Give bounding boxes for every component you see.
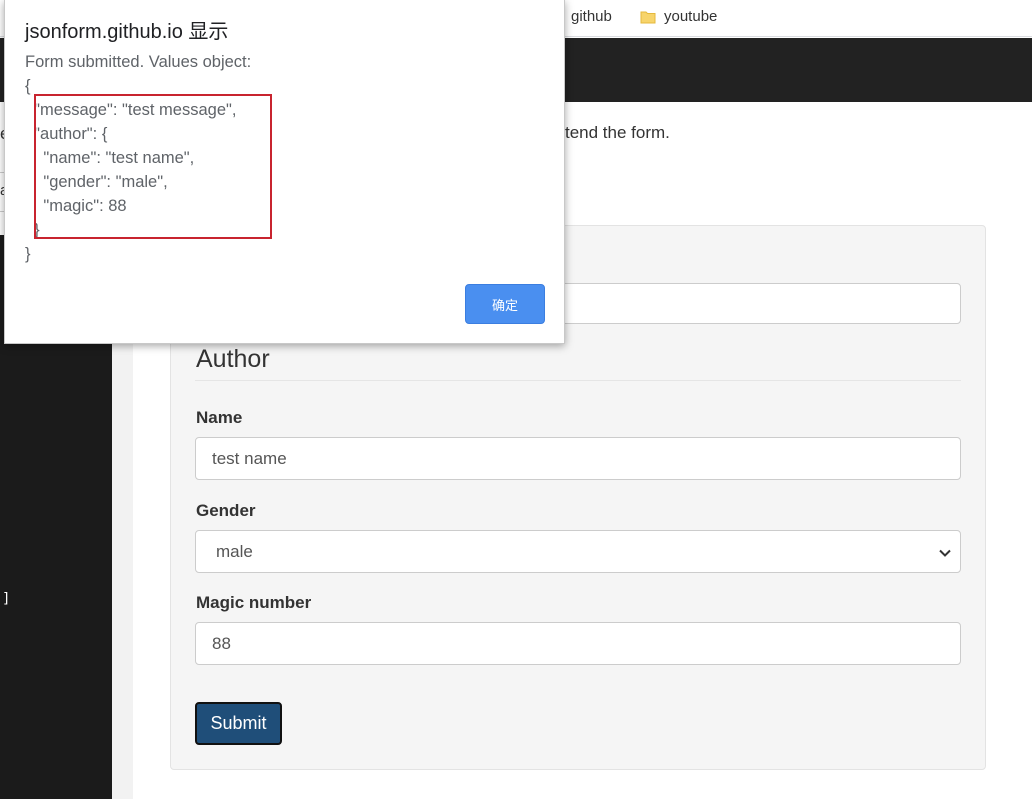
author-legend: Author bbox=[196, 345, 270, 373]
gender-label: Gender bbox=[196, 501, 256, 520]
bookmark-youtube[interactable]: youtube bbox=[640, 5, 717, 27]
magic-input[interactable]: 88 bbox=[195, 622, 961, 665]
magic-value: 88 bbox=[212, 633, 231, 653]
magic-label: Magic number bbox=[196, 593, 312, 612]
gender-select[interactable]: male bbox=[195, 530, 961, 573]
name-label: Name bbox=[196, 408, 243, 427]
name-value: test name bbox=[212, 448, 287, 468]
bookmark-github[interactable]: github bbox=[571, 5, 612, 27]
dialog-title: jsonform.github.io 显示 bbox=[25, 21, 229, 43]
folder-icon bbox=[640, 9, 656, 24]
highlight-annotation bbox=[34, 94, 272, 239]
legend-divider bbox=[195, 380, 961, 381]
editor-bracket: ] bbox=[2, 591, 11, 607]
bookmark-label: github bbox=[571, 7, 612, 25]
browser-viewport: github youtube tend the form. e ] a Auth… bbox=[0, 0, 1032, 799]
gender-value: male bbox=[216, 541, 253, 561]
name-input[interactable]: test name bbox=[195, 437, 961, 480]
submit-button[interactable]: Submit bbox=[195, 702, 282, 745]
alert-dialog: jsonform.github.io 显示 Form submitted. Va… bbox=[4, 0, 565, 344]
ok-button[interactable]: 确定 bbox=[465, 284, 545, 324]
chevron-down-icon bbox=[938, 545, 952, 559]
bookmark-label: youtube bbox=[664, 7, 718, 25]
intro-text: tend the form. bbox=[565, 123, 670, 142]
